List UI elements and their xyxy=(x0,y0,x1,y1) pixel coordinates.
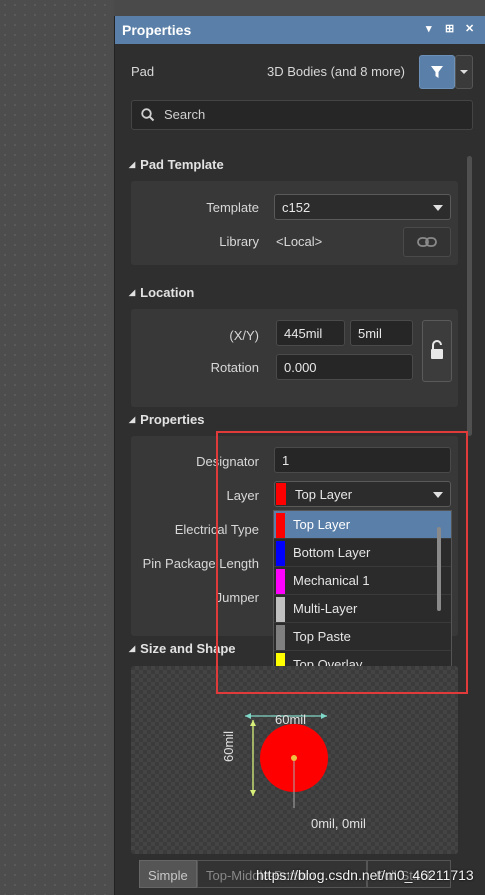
template-select[interactable]: c152 xyxy=(274,194,451,220)
offset-label: 0mil, 0mil xyxy=(311,816,366,831)
chevron-down-icon xyxy=(460,70,468,74)
watermark-text: https://blog.csdn.net/m0_46211713 xyxy=(256,867,474,883)
collapse-triangle-icon: ◢ xyxy=(129,644,136,653)
tab-label: Simple xyxy=(148,868,188,883)
unlock-icon xyxy=(431,340,443,359)
lock-button[interactable] xyxy=(422,320,452,382)
filter-button[interactable] xyxy=(419,55,455,89)
funnel-icon xyxy=(431,66,443,78)
section-properties[interactable]: ◢ Properties xyxy=(129,412,204,427)
filter-summary[interactable]: 3D Bodies (and 8 more) xyxy=(267,64,405,79)
xy-label: (X/Y) xyxy=(229,328,259,343)
collapse-triangle-icon: ◢ xyxy=(129,288,136,297)
pad-template-group: Template c152 Library <Local> xyxy=(131,181,458,265)
pin-icon[interactable]: ⊞ xyxy=(445,22,454,35)
link-library-button[interactable] xyxy=(403,227,451,257)
collapse-triangle-icon: ◢ xyxy=(129,415,136,424)
y-input[interactable]: 5mil xyxy=(350,320,413,346)
highlight-annotation-frame xyxy=(216,431,468,694)
panel-titlebar: Properties ▾ ⊞ ✕ xyxy=(115,16,485,44)
x-input[interactable]: 445mil xyxy=(276,320,345,346)
search-icon xyxy=(141,108,155,122)
section-title: Pad Template xyxy=(140,157,224,172)
panel-scrollbar[interactable] xyxy=(467,156,472,436)
pad-preview-drawing xyxy=(245,713,328,808)
x-value: 445mil xyxy=(284,326,323,341)
filter-dropdown-button[interactable] xyxy=(455,55,473,89)
search-placeholder: Search xyxy=(164,107,206,122)
library-label: Library xyxy=(219,234,259,249)
chevron-down-icon xyxy=(433,205,443,211)
pad-origin-marker xyxy=(291,755,297,761)
tab-simple[interactable]: Simple xyxy=(139,860,197,888)
height-dimension: 60mil xyxy=(221,730,236,762)
location-group: (X/Y) 445mil 5mil Rotation 0.000 xyxy=(131,309,458,407)
rotation-value: 0.000 xyxy=(284,360,317,375)
rotation-input[interactable]: 0.000 xyxy=(276,354,413,380)
pad-shape-preview: 60mil 60mil 0mil, 0mil xyxy=(131,666,458,854)
search-input[interactable]: Search xyxy=(131,100,473,130)
section-title: Properties xyxy=(140,412,205,427)
object-type: Pad xyxy=(131,64,155,79)
section-title: Location xyxy=(140,285,195,300)
panel-menu-icon[interactable]: ▾ xyxy=(426,22,432,35)
panel-title: Properties xyxy=(122,22,192,38)
template-label: Template xyxy=(206,200,259,215)
link-icon xyxy=(417,237,437,247)
pcb-canvas[interactable] xyxy=(0,0,114,895)
close-icon[interactable]: ✕ xyxy=(465,22,474,35)
template-value: c152 xyxy=(282,200,311,215)
section-pad-template[interactable]: ◢ Pad Template xyxy=(129,157,224,172)
collapse-triangle-icon: ◢ xyxy=(129,160,136,169)
rotation-label: Rotation xyxy=(210,360,259,375)
width-dimension: 60mil xyxy=(275,712,307,727)
section-location[interactable]: ◢ Location xyxy=(129,285,194,300)
y-value: 5mil xyxy=(358,326,382,341)
library-value: <Local> xyxy=(276,234,323,249)
